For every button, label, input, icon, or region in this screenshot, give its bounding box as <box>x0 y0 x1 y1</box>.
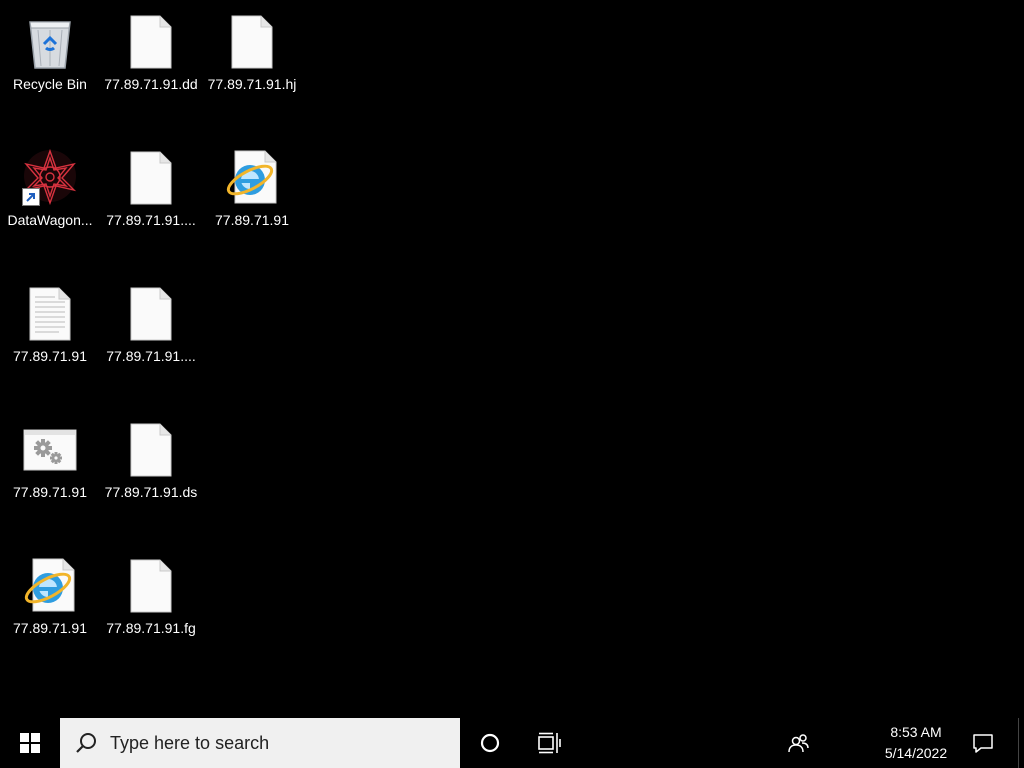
task-view-icon <box>538 732 561 754</box>
datawagon-app-icon <box>20 148 80 208</box>
blank-file-icon <box>121 12 181 72</box>
desktop-icon-recycle-bin[interactable]: Recycle Bin <box>2 6 98 102</box>
desktop-icon-file-hj[interactable]: 77.89.71.91.hj <box>204 6 300 102</box>
icon-label: 77.89.71.91.ds <box>104 484 198 500</box>
shortcut-arrow-icon <box>22 188 40 206</box>
people-icon <box>788 734 809 753</box>
desktop-icon-file-ds[interactable]: 77.89.71.91.ds <box>103 414 199 510</box>
icon-label: Recycle Bin <box>13 76 87 92</box>
internet-explorer-file-icon <box>222 148 282 208</box>
clock[interactable]: 8:53 AM 5/14/2022 <box>872 718 960 768</box>
blank-file-icon <box>121 556 181 616</box>
show-desktop-button[interactable] <box>1018 718 1024 768</box>
icon-label: 77.89.71.91.dd <box>104 76 198 92</box>
desktop-icon-text-doc[interactable]: 77.89.71.91 <box>2 278 98 374</box>
desktop-icon-file-dd[interactable]: 77.89.71.91.dd <box>103 6 199 102</box>
icon-label: 77.89.71.91 <box>13 484 87 500</box>
icon-label: 77.89.71.91 <box>215 212 289 228</box>
icon-label: 77.89.71.91.hj <box>207 76 297 92</box>
windows-logo-icon <box>20 733 40 753</box>
icon-label: 77.89.71.91.... <box>106 348 196 364</box>
settings-file-icon <box>20 420 80 480</box>
icon-label: DataWagon... <box>7 212 93 228</box>
desktop-icon-settings-file[interactable]: 77.89.71.91 <box>2 414 98 510</box>
internet-explorer-file-icon <box>20 556 80 616</box>
icon-label: 77.89.71.91 <box>13 620 87 636</box>
task-view-button[interactable] <box>526 718 574 768</box>
clock-time: 8:53 AM <box>890 724 942 740</box>
icon-label: 77.89.71.91 <box>13 348 87 364</box>
action-center-button[interactable] <box>960 718 1006 768</box>
desktop: Recycle Bin 77.89.71.91.dd 77.89.71.91.h… <box>0 0 1024 718</box>
desktop-icon-datawagon[interactable]: DataWagon... <box>2 142 98 238</box>
blank-file-icon <box>121 420 181 480</box>
desktop-icon-file-truncated[interactable]: 77.89.71.91.... <box>103 142 199 238</box>
recycle-bin-icon <box>20 12 80 72</box>
search-box[interactable]: Type here to search <box>60 718 460 768</box>
desktop-icon-file-fg[interactable]: 77.89.71.91.fg <box>103 550 199 646</box>
text-document-icon <box>20 284 80 344</box>
taskbar: Type here to search 8:53 AM 5/14/2022 <box>0 718 1024 768</box>
search-icon <box>76 733 96 753</box>
cortana-button[interactable] <box>466 718 514 768</box>
people-button[interactable] <box>776 718 822 768</box>
cortana-circle-icon <box>480 733 500 753</box>
blank-file-icon <box>121 148 181 208</box>
icon-label: 77.89.71.91.fg <box>106 620 196 636</box>
start-button[interactable] <box>0 718 60 768</box>
icon-label: 77.89.71.91.... <box>106 212 196 228</box>
blank-file-icon <box>121 284 181 344</box>
clock-date: 5/14/2022 <box>884 745 948 761</box>
desktop-icon-file-truncated-2[interactable]: 77.89.71.91.... <box>103 278 199 374</box>
blank-file-icon <box>222 12 282 72</box>
notification-icon <box>973 734 993 753</box>
search-placeholder: Type here to search <box>110 732 270 753</box>
desktop-icon-ie-file-2[interactable]: 77.89.71.91 <box>2 550 98 646</box>
desktop-icon-ie-file[interactable]: 77.89.71.91 <box>204 142 300 238</box>
